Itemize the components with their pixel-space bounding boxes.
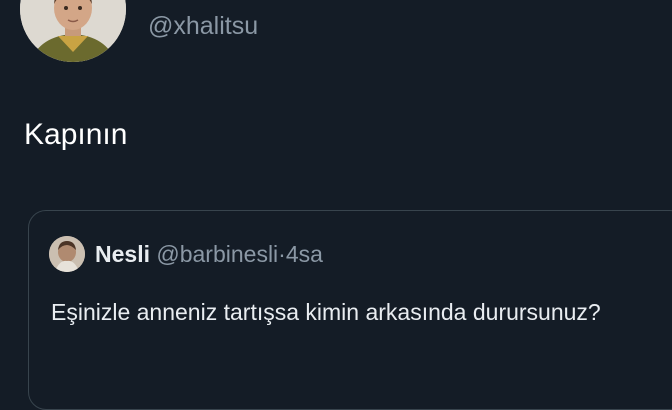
quoted-tweet-header: Nesli @barbinesli·4sa (95, 241, 323, 268)
quoted-user-avatar[interactable] (49, 236, 85, 272)
quoted-avatar-photo-icon (49, 236, 85, 272)
quoted-timestamp[interactable]: 4sa (286, 241, 323, 267)
avatar-photo-icon (20, 0, 126, 62)
tweet-text: Kapının (24, 118, 128, 151)
tweet-handle[interactable]: @xhalitsu (148, 12, 258, 41)
user-avatar[interactable] (20, 0, 126, 62)
quoted-handle[interactable]: @barbinesli (156, 241, 278, 267)
quoted-display-name[interactable]: Nesli (95, 241, 150, 267)
quoted-tweet-card[interactable]: Nesli @barbinesli·4sa Eşinizle anneniz t… (28, 210, 672, 410)
quoted-separator: · (278, 241, 286, 267)
tweet: @xhalitsu Kapının Nesli @barbinesli·4sa … (0, 0, 672, 410)
quoted-tweet-text: Eşinizle anneniz tartışsa kimin arkasınd… (51, 299, 601, 325)
